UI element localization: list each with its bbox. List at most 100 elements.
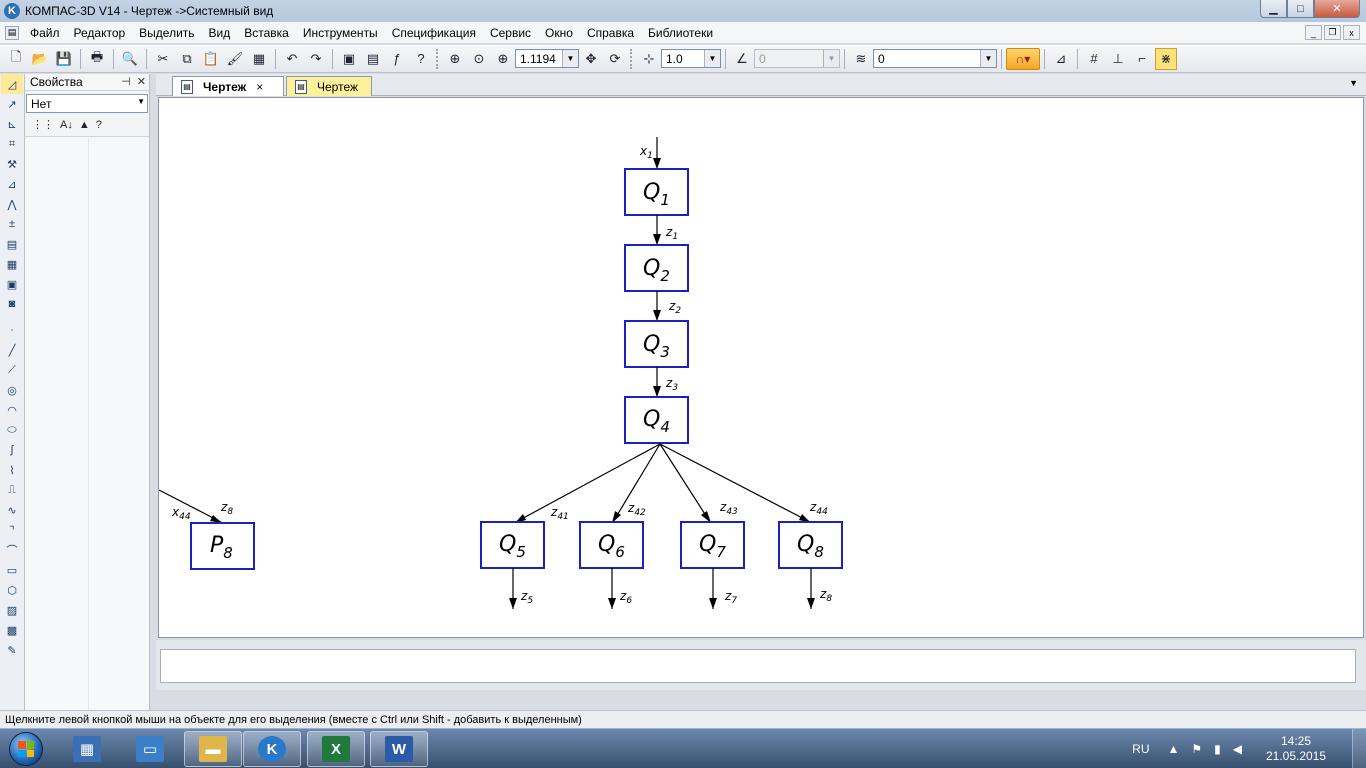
snap-magnet-button[interactable]: ∩▾ — [1006, 47, 1040, 70]
manager-icon[interactable]: ▣ — [338, 48, 360, 70]
menu-view[interactable]: Вид — [202, 26, 238, 40]
library-icon[interactable]: ▤ — [362, 48, 384, 70]
save-icon[interactable]: 💾 — [53, 48, 75, 70]
spec-icon[interactable]: ▤ — [1, 234, 23, 254]
round-icon[interactable]: ⌐ — [1131, 48, 1153, 70]
angle-combo[interactable]: 0 ▼ — [754, 49, 840, 68]
battery-icon[interactable]: ▮ — [1214, 742, 1221, 756]
clock[interactable]: 14:25 21.05.2015 — [1254, 734, 1338, 764]
point-icon[interactable]: · — [1, 320, 23, 340]
menu-libraries[interactable]: Библиотеки — [641, 26, 720, 40]
sort-icon[interactable]: A↓ — [60, 119, 73, 131]
menu-specification[interactable]: Спецификация — [385, 26, 483, 40]
pan-icon[interactable]: ✥ — [580, 48, 602, 70]
menu-tools[interactable]: Инструменты — [296, 26, 385, 40]
chamfer-icon[interactable]: ⌝ — [1, 520, 23, 540]
zoom-combo[interactable]: 1.1194 ▼ — [515, 49, 579, 68]
segment-icon[interactable]: ⟋ — [1, 360, 23, 380]
new-document-icon[interactable]: 🗋 — [5, 48, 27, 70]
tab-drawing-active[interactable]: ▤ Чертеж × — [172, 76, 284, 96]
taskbar-kompas[interactable]: K — [243, 731, 301, 767]
minimize-button[interactable]: ▁ — [1260, 0, 1287, 18]
select-icon[interactable]: ⋀ — [1, 194, 23, 214]
fill-icon[interactable]: ▩ — [1, 620, 23, 640]
spline-icon[interactable]: ∫ — [1, 440, 23, 460]
print-icon[interactable]: 🖶 — [86, 48, 108, 70]
volume-icon[interactable]: ◀ — [1233, 742, 1242, 756]
close-button[interactable]: ✕ — [1314, 0, 1360, 18]
hatch-icon[interactable]: ▨ — [1, 600, 23, 620]
taskbar-explorer[interactable]: ▬ — [184, 731, 242, 767]
step-combo[interactable]: 1.0 ▼ — [661, 49, 721, 68]
taskbar-word[interactable]: W — [370, 731, 428, 767]
measure-icon[interactable]: ⊿ — [1, 174, 23, 194]
parametrization-icon[interactable]: ⚒ — [1, 154, 23, 174]
arc-icon[interactable]: ◠ — [1, 400, 23, 420]
redo-icon[interactable]: ↷ — [305, 48, 327, 70]
preview-icon[interactable]: 🔍 — [119, 48, 141, 70]
zoom-all-icon[interactable]: ⊙ — [468, 48, 490, 70]
grid-icon[interactable]: # — [1083, 48, 1105, 70]
rectangle-icon[interactable]: ▭ — [1, 560, 23, 580]
layer-combo[interactable]: 0 ▼ — [873, 49, 997, 68]
menu-editor[interactable]: Редактор — [67, 26, 133, 40]
open-folder-icon[interactable]: 📂 — [29, 48, 51, 70]
zoom-in-icon[interactable]: ⊕ — [492, 48, 514, 70]
associative-view-icon[interactable]: ± — [1, 214, 23, 234]
geometry-icon[interactable]: ◿ — [1, 74, 23, 94]
menu-select[interactable]: Выделить — [132, 26, 201, 40]
pin-icon[interactable]: ⊣ — [121, 75, 131, 88]
properties-toggle-icon[interactable]: ▦ — [248, 48, 270, 70]
nurbs-icon[interactable]: ∿ — [1, 500, 23, 520]
taskbar-calculator[interactable]: ▦ — [58, 731, 116, 767]
start-button[interactable] — [2, 730, 50, 768]
help-icon[interactable]: ? — [96, 119, 102, 131]
insert-icon[interactable]: ▣ — [1, 274, 23, 294]
doc-restore-button[interactable]: ❐ — [1324, 25, 1341, 40]
format-brush-icon[interactable]: 🖌 — [224, 48, 246, 70]
menu-help[interactable]: Справка — [580, 26, 641, 40]
designations-icon[interactable]: ⊾ — [1, 114, 23, 134]
edit-icon[interactable]: ⌗ — [1, 134, 23, 154]
paste-icon[interactable]: 📋 — [200, 48, 222, 70]
paint-icon[interactable]: ✎ — [1, 640, 23, 660]
document-menu-icon[interactable]: ▤ — [5, 25, 19, 40]
snap-step-icon[interactable]: ⊹ — [638, 48, 660, 70]
contour-icon[interactable]: ⎍ — [1, 480, 23, 500]
tray-expand-icon[interactable]: ▲ — [1168, 742, 1180, 756]
menu-file[interactable]: Файл — [23, 26, 67, 40]
chevron-down-icon[interactable]: ▼ — [562, 50, 578, 67]
drawing-canvas[interactable]: x1 Q1 z1 Q2 z2 Q3 z3 Q4 z41 z42 z43 z44 — [158, 97, 1364, 638]
variables-icon[interactable]: ƒ — [386, 48, 408, 70]
command-input[interactable] — [160, 649, 1356, 683]
ortho-icon[interactable]: ⊿ — [1050, 48, 1072, 70]
chevron-down-icon[interactable]: ▼ — [823, 50, 839, 67]
menu-insert[interactable]: Вставка — [237, 26, 296, 40]
polyline-icon[interactable]: ⌇ — [1, 460, 23, 480]
tab-drawing[interactable]: ▤ Чертеж — [286, 76, 372, 96]
circle-icon[interactable]: ◎ — [1, 380, 23, 400]
taskbar-remote-desktop[interactable]: ▭ — [121, 731, 179, 767]
doc-minimize-button[interactable]: _ — [1305, 25, 1322, 40]
tab-close-icon[interactable]: × — [256, 80, 263, 94]
properties-filter-select[interactable]: Нет ▼ — [26, 94, 148, 113]
chevron-down-icon[interactable]: ▼ — [137, 97, 145, 106]
toolbar-grip[interactable] — [436, 48, 440, 69]
local-cs-icon[interactable]: ⊥ — [1107, 48, 1129, 70]
reports-icon[interactable]: ▦ — [1, 254, 23, 274]
help-pointer-icon[interactable]: ? — [410, 48, 432, 70]
dimensions-icon[interactable]: ↗ — [1, 94, 23, 114]
menu-window[interactable]: Окно — [538, 26, 580, 40]
undo-icon[interactable]: ↶ — [281, 48, 303, 70]
zoom-window-icon[interactable]: ⊕ — [444, 48, 466, 70]
copy-icon[interactable]: ⧉ — [176, 48, 198, 70]
highlight-icon[interactable]: ▲ — [79, 119, 90, 131]
macro-icon[interactable]: ◙ — [1, 294, 23, 314]
show-desktop-button[interactable] — [1352, 729, 1366, 768]
refresh-icon[interactable]: ⟳ — [604, 48, 626, 70]
polygon-icon[interactable]: ⬡ — [1, 580, 23, 600]
menu-service[interactable]: Сервис — [483, 26, 538, 40]
fillet-icon[interactable]: ⌒ — [1, 540, 23, 560]
maximize-button[interactable]: □ — [1287, 0, 1314, 18]
language-indicator[interactable]: RU — [1132, 742, 1149, 756]
